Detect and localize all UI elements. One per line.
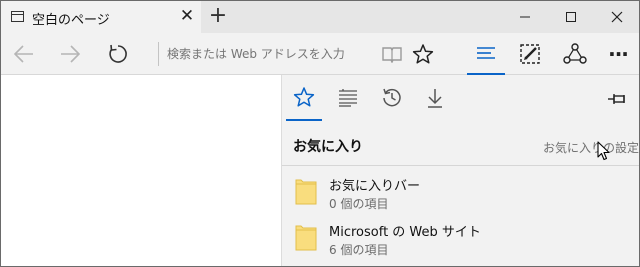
page-icon <box>11 11 24 22</box>
pin-pane-button[interactable] <box>603 87 631 111</box>
folder-icon <box>295 225 317 251</box>
forward-arrow-icon <box>61 45 81 63</box>
history-icon <box>383 88 401 107</box>
back-button[interactable] <box>5 33 43 75</box>
hub-tab-downloads[interactable] <box>417 75 453 121</box>
browser-window: 空白のページ ✕ + 検索または Web アドレスを入力 ··· お気に入り お… <box>0 0 640 267</box>
share-button[interactable] <box>556 33 594 75</box>
hub-tab-reading-list[interactable] <box>330 75 366 121</box>
address-separator <box>158 42 159 66</box>
hub-divider <box>282 165 639 166</box>
reading-list-icon <box>339 89 357 107</box>
minimize-icon <box>520 16 530 18</box>
close-icon <box>611 11 623 23</box>
refresh-icon <box>109 44 127 63</box>
more-button[interactable]: ··· <box>599 33 637 75</box>
title-bar: 空白のページ ✕ + <box>1 1 639 33</box>
favorites-settings-link[interactable]: お気に入りの設定 <box>543 139 639 156</box>
pin-icon <box>608 94 625 104</box>
forward-button[interactable] <box>51 33 89 75</box>
folder-name: Microsoft の Web サイト <box>329 225 481 240</box>
list-item-favorites-bar[interactable]: お気に入りバー 0 個の項目 <box>282 169 639 215</box>
minimize-button[interactable] <box>502 1 548 33</box>
more-icon: ··· <box>608 42 629 66</box>
folder-item-count: 6 個の項目 <box>329 243 389 257</box>
reading-view-icon <box>382 47 402 63</box>
hub-tab-favorites[interactable] <box>286 75 322 121</box>
downloads-icon <box>428 89 442 108</box>
hub-icon <box>477 47 495 59</box>
folder-name: お気に入りバー <box>329 179 421 194</box>
list-item-microsoft-websites[interactable]: Microsoft の Web サイト 6 個の項目 <box>282 215 639 261</box>
hub-tab-history[interactable] <box>374 75 410 121</box>
toolbar: ··· <box>1 33 639 75</box>
back-arrow-icon <box>13 45 33 63</box>
new-tab-button[interactable]: + <box>206 5 230 29</box>
maximize-icon <box>566 12 576 22</box>
address-bar[interactable] <box>167 41 373 67</box>
favorites-star-icon <box>293 87 315 107</box>
web-note-button[interactable] <box>511 33 549 75</box>
mouse-cursor-icon <box>597 141 610 161</box>
add-favorite-button[interactable] <box>404 33 442 75</box>
folder-item-count: 0 個の項目 <box>329 197 389 211</box>
maximize-button[interactable] <box>548 1 594 33</box>
tab-title: 空白のページ <box>32 13 110 28</box>
tab-close-icon[interactable]: ✕ <box>179 7 195 25</box>
hub-pane: お気に入り お気に入りの設定 お気に入りバー 0 個の項目 Microsoft … <box>281 75 639 266</box>
favorite-star-icon <box>412 44 434 64</box>
window-close-button[interactable] <box>594 1 639 33</box>
hub-button[interactable] <box>467 33 505 75</box>
page-content <box>1 75 281 266</box>
web-note-icon <box>520 44 540 64</box>
tab-blank-page[interactable]: 空白のページ ✕ <box>1 1 201 33</box>
folder-icon <box>295 179 317 205</box>
share-icon <box>563 43 587 64</box>
hub-title: お気に入り <box>293 139 363 155</box>
refresh-button[interactable] <box>99 33 137 75</box>
